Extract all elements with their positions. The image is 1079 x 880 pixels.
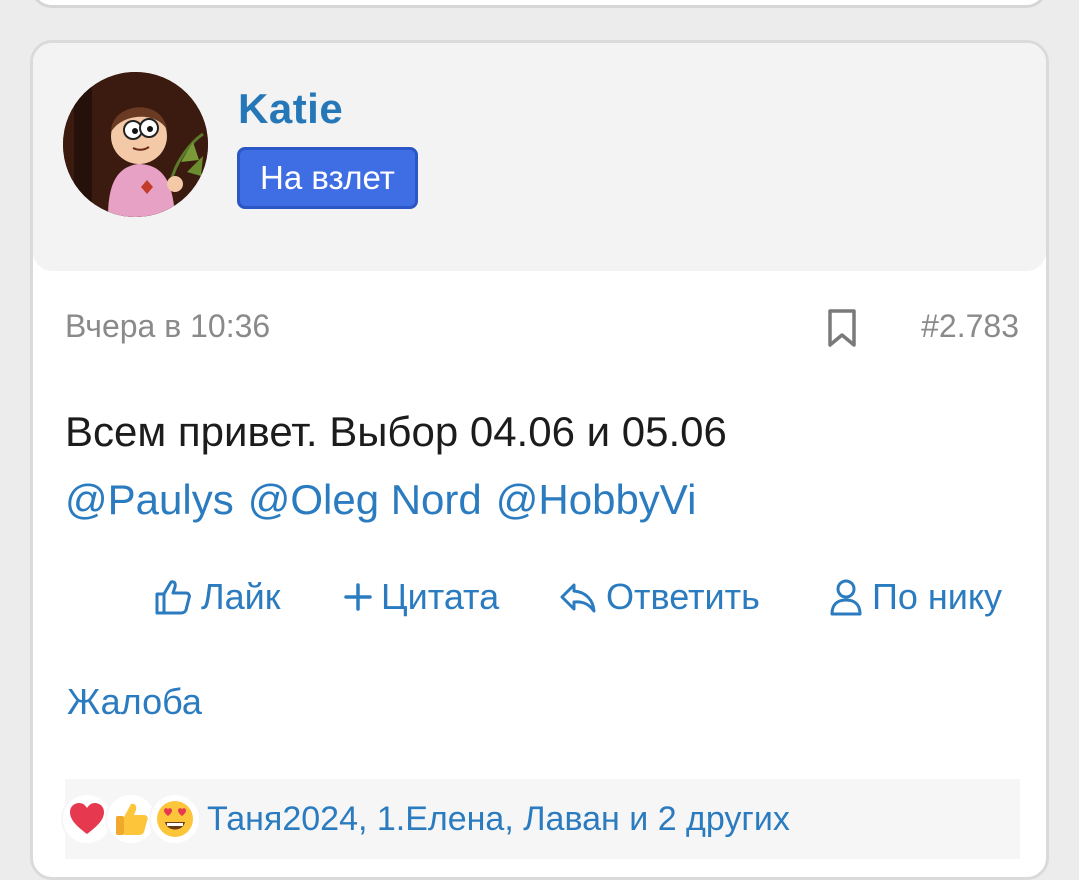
mentions-line: @Paulys @Oleg Nord @HobbyVi [65,466,1015,534]
user-icon [830,579,862,616]
user-rank-badge: На взлет [237,147,418,209]
reactions-users[interactable]: Таня2024, 1.Елена, Лаван и 2 других [207,800,790,839]
post-meta: Вчера в 10:36 #2.783 [65,306,1019,350]
report-link[interactable]: Жалоба [67,681,202,723]
like-button[interactable]: Лайк [153,573,281,621]
post-date: Вчера в 10:36 [65,308,271,344]
reply-button[interactable]: Ответить [558,573,760,621]
reaction-icons [61,791,205,847]
avatar-illustration [63,72,208,217]
author-name[interactable]: Katie [238,85,343,133]
plus-icon [344,583,372,611]
post-actions: Лайк Цитата Ответить По нику [153,573,1023,621]
mention-link[interactable]: @HobbyVi [496,476,697,523]
heart-eyes-icon [149,793,201,845]
mention-link[interactable]: @Oleg Nord [248,476,482,523]
by-nick-button[interactable]: По нику [828,573,1002,621]
reply-label: Ответить [606,576,760,617]
mention-link[interactable]: @Paulys [65,476,234,523]
thumbs-up-icon [155,580,191,615]
like-label: Лайк [201,576,281,617]
post-number-link[interactable]: #2.783 [921,308,1019,345]
post-text: Всем привет. Выбор 04.06 и 05.06 [65,408,727,455]
bookmark-icon[interactable] [825,308,859,348]
reactions-bar[interactable]: Таня2024, 1.Елена, Лаван и 2 других [61,779,1020,859]
avatar[interactable] [63,72,208,217]
author-block: Katie На взлет [33,43,1046,271]
reply-icon [560,583,596,613]
post-body: Всем привет. Выбор 04.06 и 05.06 @Paulys… [65,398,1015,534]
quote-label: Цитата [381,576,500,617]
quote-button[interactable]: Цитата [343,573,499,621]
post-card: Katie На взлет Вчера в 10:36 #2.783 Всем… [30,40,1049,880]
previous-post-card [30,0,1048,8]
by-nick-label: По нику [872,576,1003,617]
